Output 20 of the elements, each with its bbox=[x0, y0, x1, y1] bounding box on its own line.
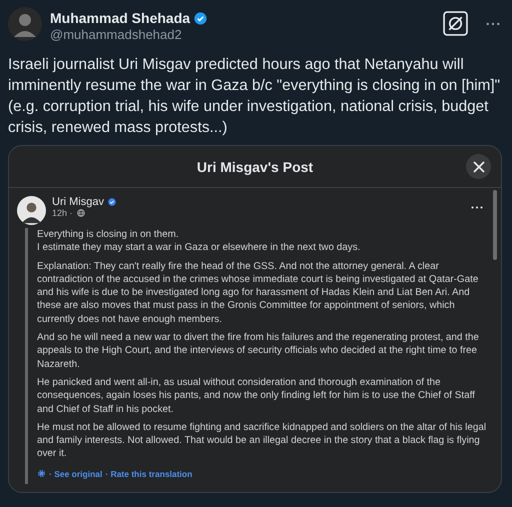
post-paragraph: He must not be allowed to resume fighting and sacrifice kidnapped and soldiers on the altar of his legal and family interests. Not allowed. That would be an illegal decree in the story that a black flag is flying over it. bbox=[37, 420, 487, 461]
more-icon[interactable] bbox=[471, 206, 483, 209]
author-name[interactable]: Muhammad Shehada bbox=[50, 10, 190, 26]
more-icon[interactable] bbox=[486, 22, 500, 26]
globe-icon bbox=[76, 209, 85, 217]
settings-icon[interactable] bbox=[37, 469, 46, 478]
translation-link[interactable]: · Rate this translation bbox=[105, 468, 192, 479]
post-time[interactable]: 12h · bbox=[52, 208, 73, 218]
post-paragraph: Everything is closing in on them. I estimate they may start a war in Gaza or elsewhere in the next two days. bbox=[37, 228, 362, 255]
post-paragraph: Explanation: They can't really fire the head of the GSS. And not the attorney general. A clear contradiction of the accused in the crimes whose immediate court is being investigated at Qatar-Gate and his wife is due to be investigated long ago for harassment of Hadas Klein and Liat Ben Ari. And these are also moves that must pass in the Gronis Committee for appointment of seniors, which currently does not have enough members. bbox=[37, 260, 480, 326]
close-icon bbox=[472, 160, 484, 172]
post-author-name[interactable]: Uri Misgav bbox=[52, 196, 104, 208]
author-handle[interactable]: @muhammadshehad2 bbox=[50, 27, 182, 42]
post-title: Uri Misgav's Post bbox=[196, 158, 314, 174]
avatar[interactable] bbox=[17, 196, 46, 225]
tweet-text: Israeli journalist Uri Misgav predicted hours ago that Netanyahu will imminently resume the war in Gaza b/c "everything is closing in on [him]" (e.g. corruption trial, his wife under investigation, national crisis, budget crisis, renewed mass protests...) bbox=[8, 55, 502, 138]
translation-link[interactable]: · See original bbox=[49, 468, 102, 479]
close-button[interactable] bbox=[466, 154, 491, 179]
post-paragraph: He panicked and went all-in, as usual without consideration and thorough examination of the consequences, again loses his pants, and now the only finding left for him is to use the Chief of Staff and Chief of Staff in his pocket. bbox=[37, 376, 476, 416]
post-paragraph: And so he will need a new war to divert the fire from his failures and the regenerating protest, and the appeals to the High Court, and the interviews of security officials who decided at the right time to free Nazareth. bbox=[37, 331, 480, 371]
